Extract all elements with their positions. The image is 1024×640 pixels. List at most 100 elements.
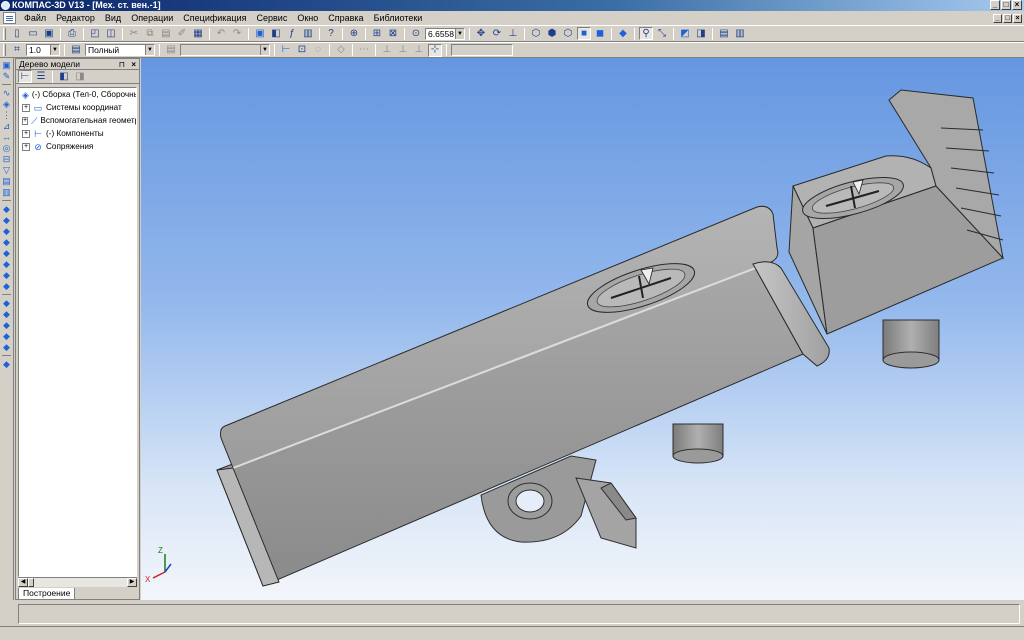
doc-minimize-button[interactable]: _ [993,13,1002,23]
expand-icon[interactable]: + [22,129,30,138]
coordinate-system-icon[interactable]: ⊡ [295,44,309,57]
variables-icon[interactable]: ◧ [269,27,283,40]
save-icon[interactable]: ▣ [42,27,56,40]
view-style-combo[interactable]: Полный ▼ [85,44,155,56]
cut-icon[interactable]: ✂ [127,27,141,40]
doc-close-button[interactable]: × [1013,13,1022,23]
tool-9-icon[interactable]: ◆ [1,298,12,308]
ortho-icon[interactable]: ⊥ [396,44,410,57]
scroll-right-icon[interactable]: ▶ [127,578,137,587]
expand-icon[interactable]: + [22,116,29,125]
minimize-button[interactable]: _ [990,0,1000,10]
tree-settings-icon[interactable]: ◨ [73,70,87,83]
copy-properties-icon[interactable]: ◫ [104,27,118,40]
document-icon[interactable] [3,12,16,24]
perspective-icon[interactable]: ◆ [616,27,630,40]
zoom-fit-icon[interactable]: ⊠ [386,27,400,40]
doc-restore-button[interactable]: □ [1003,13,1012,23]
paste-icon[interactable]: ▤ [159,27,173,40]
fx-icon[interactable]: ƒ [285,27,299,40]
plane-icon[interactable]: ◇ [334,44,348,57]
measure-icon[interactable]: ◨ [694,27,708,40]
auxiliary-geometry-icon[interactable]: ⊿ [1,121,12,131]
halftone-edges-icon[interactable]: ◼ [593,27,607,40]
tool-11-icon[interactable]: ◆ [1,320,12,330]
tree-structure-icon[interactable]: ⊢ [18,70,32,83]
tab-construction[interactable]: Построение [18,588,76,600]
rotate-icon[interactable]: ⟳ [490,27,504,40]
model-viewport[interactable]: Z X [141,58,1024,600]
filter-icon[interactable]: ⚲ [639,27,653,40]
scroll-left-icon[interactable]: ◀ [18,578,28,587]
spatial-curves-icon[interactable]: ∿ [1,88,12,98]
tool-13-icon[interactable]: ◆ [1,342,12,352]
snap-icon[interactable]: ⤡ [655,27,669,40]
arrays-icon[interactable]: ⋮ [1,110,12,120]
tool-2-icon[interactable]: ◆ [1,215,12,225]
tool-14-icon[interactable]: ◆ [1,359,12,369]
tree-display-mode-icon[interactable]: ☰ [34,70,48,83]
library-manager-icon[interactable]: ▦ [191,27,205,40]
menu-operations[interactable]: Операции [126,11,178,25]
zoom-window-icon[interactable]: ⊞ [370,27,384,40]
sheet-metal-icon[interactable]: ⊟ [1,154,12,164]
tree-item-components[interactable]: + ⊢ (-) Компоненты [19,127,136,140]
line-scale-combo[interactable]: 1.0 ▼ [26,44,60,56]
menu-file[interactable]: Файл [19,11,51,25]
tree-item-auxiliary-geometry[interactable]: + ⟋ Вспомогательная геометрия [19,114,136,127]
wireframe-icon[interactable]: ⬡ [529,27,543,40]
expand-icon[interactable]: + [22,142,30,151]
hide-icon[interactable]: ◌ [311,44,325,57]
menu-window[interactable]: Окно [292,11,323,25]
grid-step-icon[interactable]: ⌗ [10,44,24,57]
menu-help[interactable]: Справка [323,11,368,25]
orientation-axes-icon[interactable]: ⊢ [279,44,293,57]
grid-icon[interactable]: ⋯ [357,44,371,57]
close-icon[interactable]: × [131,59,136,70]
print-icon[interactable]: ⎙ [65,27,79,40]
dimensions-icon[interactable]: ↔ [1,132,12,142]
manager-icon[interactable]: ▣ [253,27,267,40]
tool-12-icon[interactable]: ◆ [1,331,12,341]
tool-1-icon[interactable]: ◆ [1,204,12,214]
tool-6-icon[interactable]: ◆ [1,259,12,269]
chevron-down-icon[interactable]: ▼ [50,45,59,55]
halftone-icon[interactable]: ■ [577,27,591,40]
local-cs-icon[interactable]: ⊥ [380,44,394,57]
chevron-down-icon[interactable]: ▼ [260,45,269,55]
diagnostics-icon[interactable]: ◎ [1,143,12,153]
toolbar-grip[interactable] [3,44,6,56]
pin-icon[interactable]: ⊓ [119,59,125,70]
menu-editor[interactable]: Редактор [51,11,100,25]
close-button[interactable]: × [1012,0,1022,10]
chevron-down-icon[interactable]: ▼ [455,28,464,39]
redo-icon[interactable]: ↷ [230,27,244,40]
title-bar[interactable]: КОМПАС-3D V13 - [Мех. ст. вен.-1] _ □ × [0,0,1024,11]
tree-horizontal-scrollbar[interactable]: ◀ ▶ [18,577,137,587]
report-icon[interactable]: ▥ [733,27,747,40]
select-icon[interactable]: ◩ [678,27,692,40]
tool-5-icon[interactable]: ◆ [1,248,12,258]
orientation-icon[interactable]: ⊥ [506,27,520,40]
tree-item-assembly[interactable]: ◈ (-) Сборка (Тел-0, Сборочных е [19,88,136,101]
specification-icon[interactable]: ▤ [1,176,12,186]
chevron-down-icon[interactable]: ▼ [145,45,154,55]
reports-icon[interactable]: ▥ [1,187,12,197]
zoom-in-icon[interactable]: ⊕ [347,27,361,40]
layers-icon[interactable]: ▤ [69,44,83,57]
zoom-combo[interactable]: 6.6558 ▼ [425,27,465,40]
edit-assembly-icon[interactable]: ▣ [1,60,12,70]
tool-7-icon[interactable]: ◆ [1,270,12,280]
help-pointer-icon[interactable]: ? [324,27,338,40]
zoom-scale-icon[interactable]: ⊙ [409,27,423,40]
menu-libraries[interactable]: Библиотеки [369,11,428,25]
tree-item-coordinate-systems[interactable]: + ▭ Системы координат [19,101,136,114]
maximize-button[interactable]: □ [1001,0,1011,10]
tool-10-icon[interactable]: ◆ [1,309,12,319]
new-document-icon[interactable]: ▯ [10,27,24,40]
selection-filter-icon[interactable]: ▽ [1,165,12,175]
tool-3-icon[interactable]: ◆ [1,226,12,236]
layer-icon[interactable]: ▤ [164,44,178,57]
sketch-icon[interactable]: ✎ [1,71,12,81]
layer-combo[interactable]: ▼ [180,44,270,56]
